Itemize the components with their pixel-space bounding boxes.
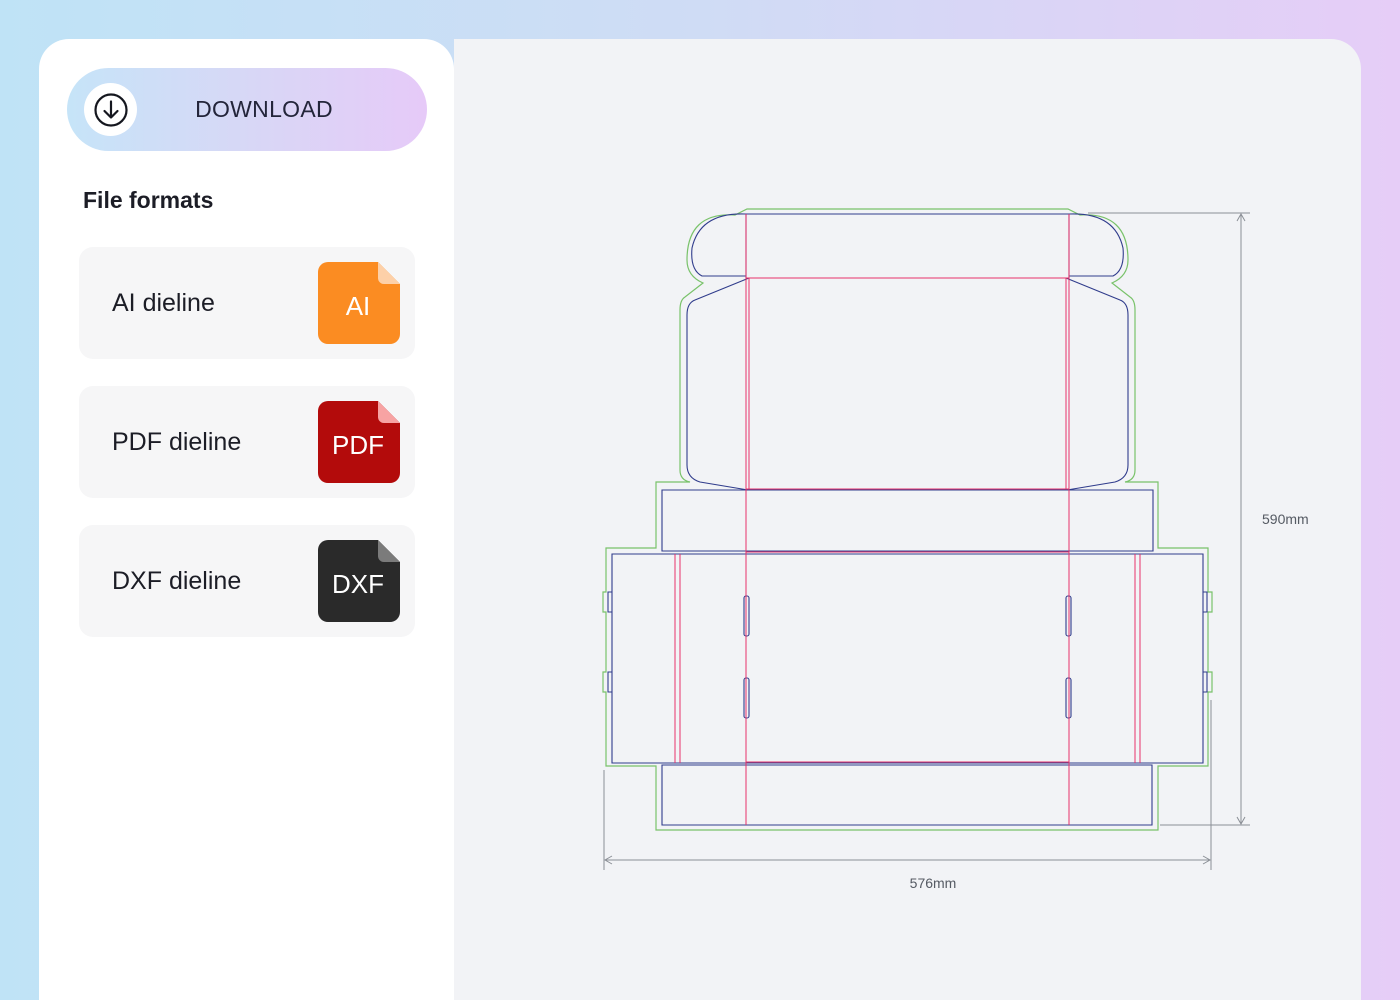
- svg-text:AI: AI: [346, 291, 371, 321]
- download-button[interactable]: DOWNLOAD: [67, 68, 427, 151]
- svg-text:PDF: PDF: [332, 430, 384, 460]
- download-label: DOWNLOAD: [195, 96, 333, 122]
- format-card-pdf[interactable]: PDF dieline PDF: [79, 386, 415, 498]
- format-label-ai: AI dieline: [112, 288, 215, 317]
- format-label-dxf: DXF dieline: [112, 566, 242, 595]
- file-formats-title: File formats: [83, 187, 214, 213]
- svg-text:DXF: DXF: [332, 569, 384, 599]
- fold-lines: [674, 214, 1141, 825]
- mailer-box-dieline: 590mm 576mm: [602, 208, 1309, 891]
- format-card-ai[interactable]: AI dieline AI: [79, 247, 415, 359]
- format-card-dxf[interactable]: DXF dieline DXF: [79, 525, 415, 637]
- pdf-file-icon: PDF: [318, 401, 400, 483]
- dieline-canvas: 590mm 576mm: [454, 39, 1361, 1000]
- width-dimension-label: 576mm: [910, 875, 957, 891]
- cut-lines: [607, 213, 1208, 826]
- height-dimension-label: 590mm: [1262, 511, 1309, 527]
- ai-file-icon: AI: [318, 262, 400, 344]
- dxf-file-icon: DXF: [318, 540, 400, 622]
- bleed-outline: [602, 208, 1213, 831]
- format-label-pdf: PDF dieline: [112, 427, 242, 456]
- sidebar: DOWNLOAD File formats AI dieline AI PDF …: [39, 39, 454, 1000]
